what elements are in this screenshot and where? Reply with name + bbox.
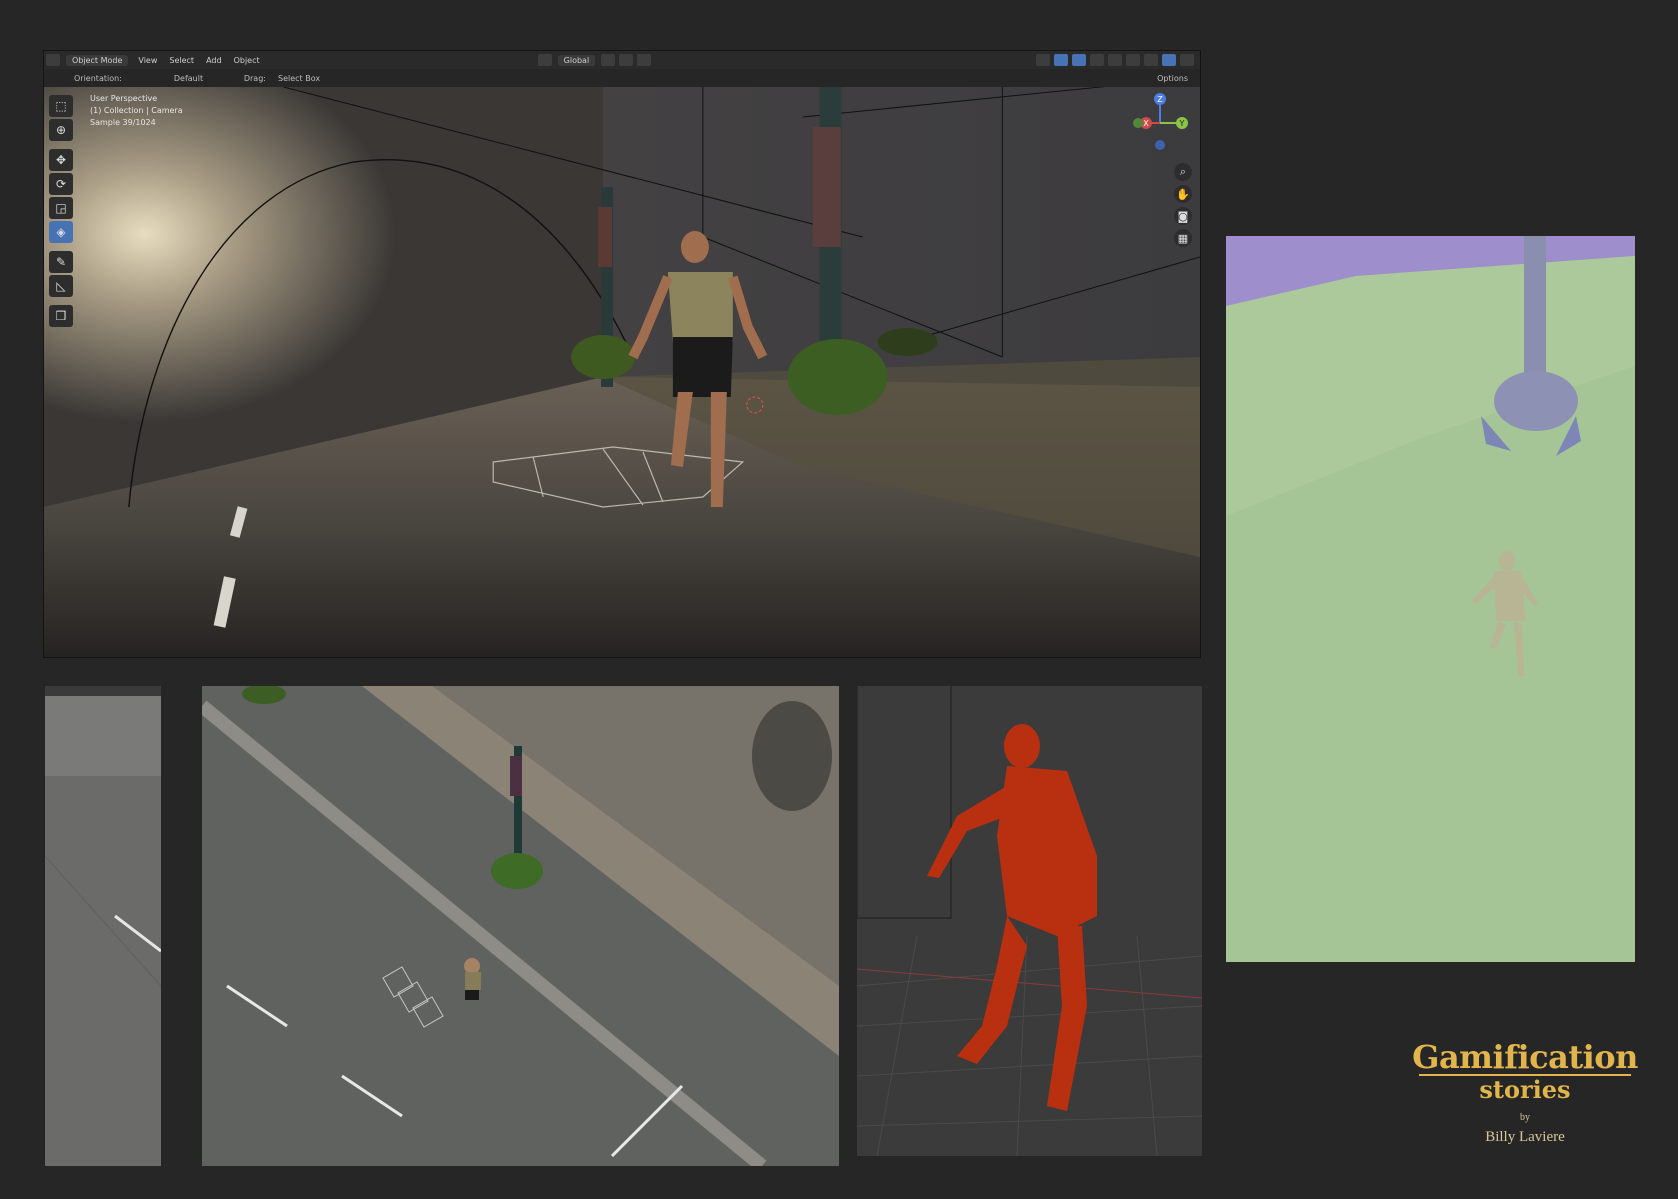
shading-solid-icon[interactable] <box>1126 54 1140 66</box>
proportional-edit-icon[interactable] <box>637 54 652 66</box>
snap-icon[interactable] <box>619 54 634 66</box>
viewport-header: Object Mode View Select Add Object Globa… <box>44 51 1200 69</box>
hand-icon[interactable]: ✋ <box>1174 185 1192 203</box>
red-model-viewport-panel <box>857 686 1202 1156</box>
pause-icon[interactable] <box>1180 54 1194 66</box>
measure-icon[interactable]: ◺ <box>49 275 73 297</box>
add-cube-icon[interactable]: ❒ <box>49 305 73 327</box>
brand-by: by <box>1520 1112 1530 1123</box>
orientation-label: Orientation: <box>74 73 122 83</box>
brand-logo: Gamification stories by Billy Laviere <box>1410 1040 1640 1146</box>
aerial-scene-panel <box>202 686 839 1166</box>
viewport-overlay-info: User Perspective (1) Collection | Camera… <box>90 93 183 129</box>
annotate-icon[interactable]: ✎ <box>49 251 73 273</box>
gizmo-axis-z: Z <box>1157 95 1163 104</box>
move-icon[interactable]: ✥ <box>49 149 73 171</box>
editor-type-icon[interactable] <box>46 54 60 66</box>
blender-viewport[interactable]: Object Mode View Select Add Object Globa… <box>43 50 1201 658</box>
overlay-toggle-icon[interactable] <box>1072 54 1086 66</box>
drag-label: Drag: <box>243 73 266 83</box>
shading-wireframe-icon[interactable] <box>1108 54 1122 66</box>
menu-add[interactable]: Add <box>200 56 228 65</box>
brand-subtitle: stories <box>1479 1075 1571 1104</box>
render-sample-count: Sample 39/1024 <box>90 118 156 127</box>
collection-info: (1) Collection | Camera <box>90 106 183 115</box>
tool-shelf: ⬚ ⊕ ✥ ⟳ ◲ ◈ ✎ ◺ ❒ <box>49 95 75 327</box>
gizmo-axis-y: Y <box>1179 119 1185 128</box>
navigation-tools: ⌕ ✋ ◙ ▦ <box>1174 163 1192 247</box>
clay-render-panel <box>1226 236 1635 962</box>
menu-view[interactable]: View <box>132 56 163 65</box>
select-box-icon[interactable]: ⬚ <box>49 95 73 117</box>
brand-author: Billy Laviere <box>1485 1129 1565 1145</box>
camera-icon[interactable]: ◙ <box>1174 207 1192 225</box>
gizmo-axis-x: X <box>1143 119 1149 128</box>
zoom-icon[interactable]: ⌕ <box>1174 163 1192 181</box>
brand-title: Gamification <box>1412 1038 1638 1076</box>
transform-orientation-icon <box>537 54 552 66</box>
drag-dropdown[interactable]: Select Box <box>272 74 326 83</box>
shading-rendered-icon[interactable] <box>1162 54 1176 66</box>
shading-material-icon[interactable] <box>1144 54 1158 66</box>
view-name: User Perspective <box>90 94 158 103</box>
transform-icon[interactable]: ◈ <box>49 221 73 243</box>
aerial-road-panel <box>45 686 161 1166</box>
visibility-icon[interactable] <box>1036 54 1050 66</box>
menu-object[interactable]: Object <box>228 56 266 65</box>
pivot-icon[interactable] <box>601 54 616 66</box>
options-dropdown[interactable]: Options <box>1151 74 1194 83</box>
cursor-icon[interactable]: ⊕ <box>49 119 73 141</box>
orientation-dropdown[interactable]: Default <box>168 74 238 83</box>
grid-icon[interactable]: ▦ <box>1174 229 1192 247</box>
scale-icon[interactable]: ◲ <box>49 197 73 219</box>
rotate-icon[interactable]: ⟳ <box>49 173 73 195</box>
tool-settings-bar: Orientation: Default Drag: Select Box Op… <box>44 69 1200 87</box>
menu-select[interactable]: Select <box>163 56 200 65</box>
navigation-gizmo[interactable]: Z Y X <box>1132 93 1192 153</box>
mode-dropdown[interactable]: Object Mode <box>66 54 129 66</box>
gizmo-toggle-icon[interactable] <box>1054 54 1068 66</box>
render-scene <box>44 87 1200 657</box>
xray-icon[interactable] <box>1090 54 1104 66</box>
transform-orientation-dropdown[interactable]: Global <box>557 54 596 66</box>
